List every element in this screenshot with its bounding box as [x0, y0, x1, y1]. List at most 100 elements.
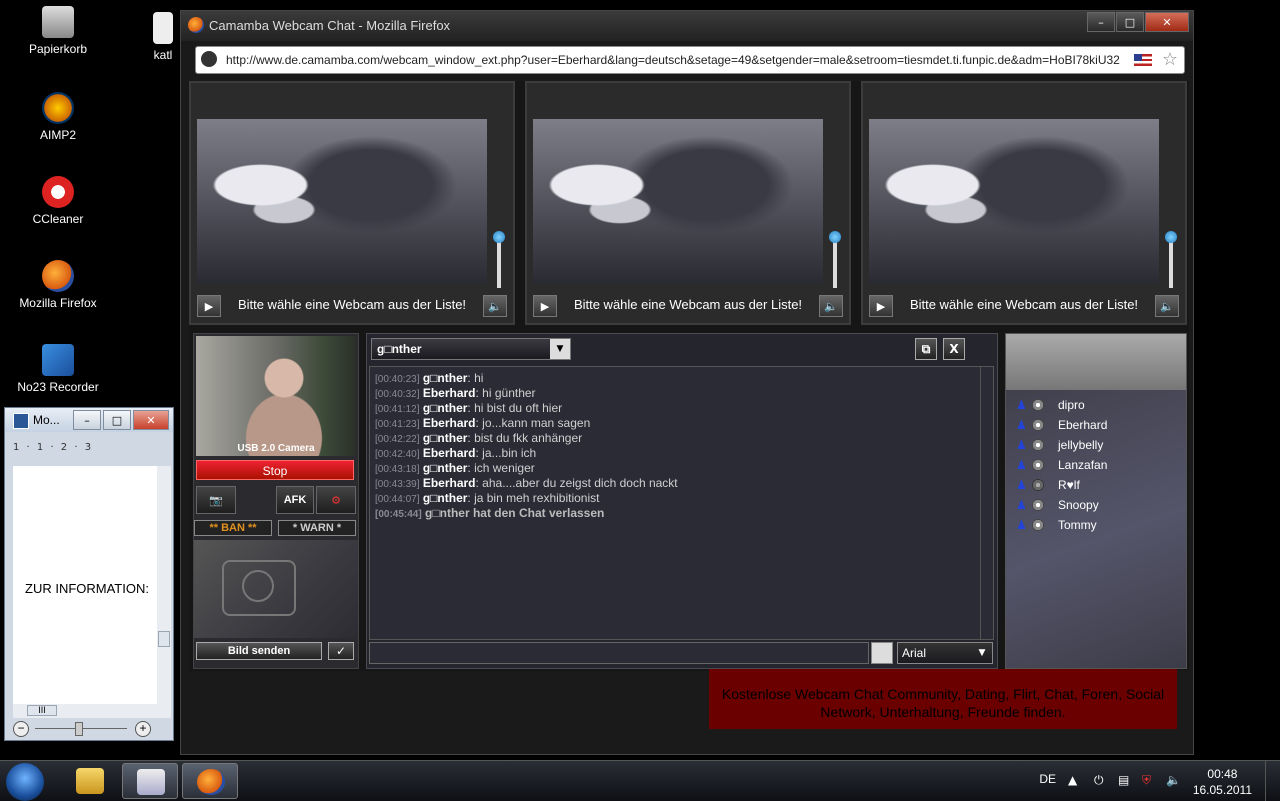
chat-nick[interactable]: g□nther: [423, 461, 468, 475]
start-button[interactable]: [6, 763, 44, 801]
network-icon[interactable]: ▤: [1118, 773, 1132, 787]
security-shield-icon[interactable]: ⛨: [1142, 773, 1156, 787]
zoom-out-icon[interactable]: −: [13, 721, 29, 737]
webcam-message: Bitte wähle eine Webcam aus der Liste!: [237, 297, 467, 312]
user-list-item[interactable]: ♟ dipro: [1016, 396, 1085, 414]
show-desktop-button[interactable]: [1265, 761, 1280, 801]
webcam-message: Bitte wähle eine Webcam aus der Liste!: [909, 297, 1139, 312]
chat-nick[interactable]: g□nther: [423, 431, 468, 445]
clock[interactable]: 00:48 16.05.2011: [1193, 766, 1252, 798]
user-list-item[interactable]: ♟ Eberhard: [1016, 416, 1107, 434]
url-text[interactable]: http://www.de.camamba.com/webcam_window_…: [226, 53, 1146, 67]
webcam-icon[interactable]: [1032, 399, 1044, 411]
word-window[interactable]: Mo... – □ ✕ 1 · 1 · 2 · 3 ZUR INFORMATIO…: [4, 407, 174, 741]
horizontal-scrollbar[interactable]: III: [13, 704, 171, 718]
ban-button[interactable]: ** BAN **: [194, 520, 272, 536]
maximize-button[interactable]: □: [103, 410, 131, 430]
message-input[interactable]: [369, 642, 869, 664]
volume-icon[interactable]: 🔈: [1166, 773, 1181, 787]
show-hidden-icons-icon[interactable]: ▲: [1068, 773, 1082, 787]
webcam-icon[interactable]: [1032, 479, 1044, 491]
speaker-icon[interactable]: 🔈: [483, 295, 507, 317]
chevron-down-icon[interactable]: ▼: [972, 643, 992, 663]
firefox-title-bar[interactable]: Camamba Webcam Chat - Mozilla Firefox – …: [181, 11, 1193, 41]
chat-nick[interactable]: g□nther: [423, 401, 468, 415]
scroll-thumb[interactable]: III: [27, 705, 57, 716]
language-indicator[interactable]: DE: [1039, 772, 1056, 786]
taskbar-firefox[interactable]: [182, 763, 238, 799]
zoom-in-icon[interactable]: +: [135, 721, 151, 737]
chat-nick[interactable]: g□nther: [423, 371, 468, 385]
user-list-item[interactable]: ♟ jellybelly: [1016, 436, 1103, 454]
play-icon[interactable]: ▶: [533, 295, 557, 317]
play-icon[interactable]: ▶: [869, 295, 893, 317]
user-list-item[interactable]: ♟ Snoopy: [1016, 496, 1099, 514]
desktop-icon-recycle-bin[interactable]: Papierkorb: [13, 6, 103, 56]
send-image-button[interactable]: Bild senden: [196, 642, 322, 660]
chat-nick[interactable]: Eberhard: [423, 476, 476, 490]
webcam-message: Bitte wähle eine Webcam aus der Liste!: [573, 297, 803, 312]
chat-log[interactable]: [00:40:23] g□nther: hi [00:40:32] Eberhar…: [369, 366, 981, 640]
camera-settings-button[interactable]: 📷: [196, 486, 236, 514]
chat-message: : ja...bin ich: [475, 446, 537, 460]
volume-knob[interactable]: [493, 231, 505, 243]
chat-nick[interactable]: Eberhard: [423, 446, 476, 460]
speaker-icon[interactable]: 🔈: [819, 295, 843, 317]
recorder-icon: [42, 344, 74, 376]
confirm-check-button[interactable]: ✓: [328, 642, 354, 660]
webcam-icon[interactable]: [1032, 439, 1044, 451]
close-button[interactable]: ✕: [1145, 12, 1189, 32]
afk-button[interactable]: AFK: [276, 486, 314, 514]
desktop-icon-no23-recorder[interactable]: No23 Recorder: [13, 344, 103, 394]
user-list-item[interactable]: ♟ Lanzafan: [1016, 456, 1107, 474]
zoom-slider[interactable]: − +: [13, 720, 163, 738]
word-icon: [137, 769, 165, 795]
webcam-icon[interactable]: [1032, 519, 1044, 531]
chevron-down-icon[interactable]: ▼: [550, 339, 570, 359]
chat-nick[interactable]: Eberhard: [423, 416, 476, 430]
volume-knob[interactable]: [829, 231, 841, 243]
user-list-item[interactable]: ♟ R♥lf: [1016, 476, 1080, 494]
taskbar-word[interactable]: [122, 763, 178, 799]
close-button[interactable]: ✕: [133, 410, 169, 430]
document-page[interactable]: ZUR INFORMATION:: [13, 466, 157, 704]
user-list-item[interactable]: ♟ Tommy: [1016, 516, 1097, 534]
play-icon[interactable]: ▶: [197, 295, 221, 317]
desktop-icon-partial[interactable]: katl: [148, 12, 178, 62]
bookmark-star-icon[interactable]: ☆: [1162, 49, 1178, 70]
taskbar-explorer[interactable]: [62, 763, 118, 799]
chat-scrollbar[interactable]: [980, 366, 994, 640]
webcam-icon[interactable]: [1032, 499, 1044, 511]
zoom-knob[interactable]: [75, 722, 83, 736]
desktop-icon-aimp2[interactable]: AIMP2: [13, 92, 103, 142]
power-icon[interactable]: ⏻: [1094, 773, 1108, 787]
stop-button[interactable]: Stop: [196, 460, 354, 480]
chat-partner-select[interactable]: g□nther ▼: [371, 338, 571, 360]
desktop-icon-label: No23 Recorder: [17, 380, 99, 394]
address-bar[interactable]: http://www.de.camamba.com/webcam_window_…: [195, 46, 1185, 74]
ad-banner[interactable]: Kostenlose Webcam Chat Community, Dating…: [709, 669, 1177, 729]
firefox-window[interactable]: Camamba Webcam Chat - Mozilla Firefox – …: [180, 10, 1194, 755]
font-select[interactable]: Arial ▼: [897, 642, 993, 664]
warn-button[interactable]: * WARN *: [278, 520, 356, 536]
word-title-bar[interactable]: Mo... – □ ✕: [5, 408, 173, 432]
scroll-thumb[interactable]: [158, 631, 170, 647]
volume-knob[interactable]: [1165, 231, 1177, 243]
popout-button[interactable]: ⧉: [915, 338, 937, 360]
close-chat-button[interactable]: X: [943, 338, 965, 360]
settings-gear-button[interactable]: ⚙: [316, 486, 356, 514]
desktop-icon-ccleaner[interactable]: CCleaner: [13, 176, 103, 226]
desktop-icon-firefox[interactable]: Mozilla Firefox: [13, 260, 103, 310]
minimize-button[interactable]: –: [73, 410, 101, 430]
vertical-scrollbar[interactable]: [157, 466, 171, 704]
minimize-button[interactable]: –: [1087, 12, 1115, 32]
speaker-icon[interactable]: 🔈: [1155, 295, 1179, 317]
color-picker[interactable]: [871, 642, 893, 664]
maximize-button[interactable]: □: [1116, 12, 1144, 32]
chat-nick[interactable]: g□nther: [423, 491, 468, 505]
photo-drop-area[interactable]: [194, 540, 358, 638]
webcam-icon[interactable]: [1032, 419, 1044, 431]
webcam-icon[interactable]: [1032, 459, 1044, 471]
chat-nick[interactable]: Eberhard: [423, 386, 476, 400]
chat-message: : hi bist du oft hier: [467, 401, 563, 415]
